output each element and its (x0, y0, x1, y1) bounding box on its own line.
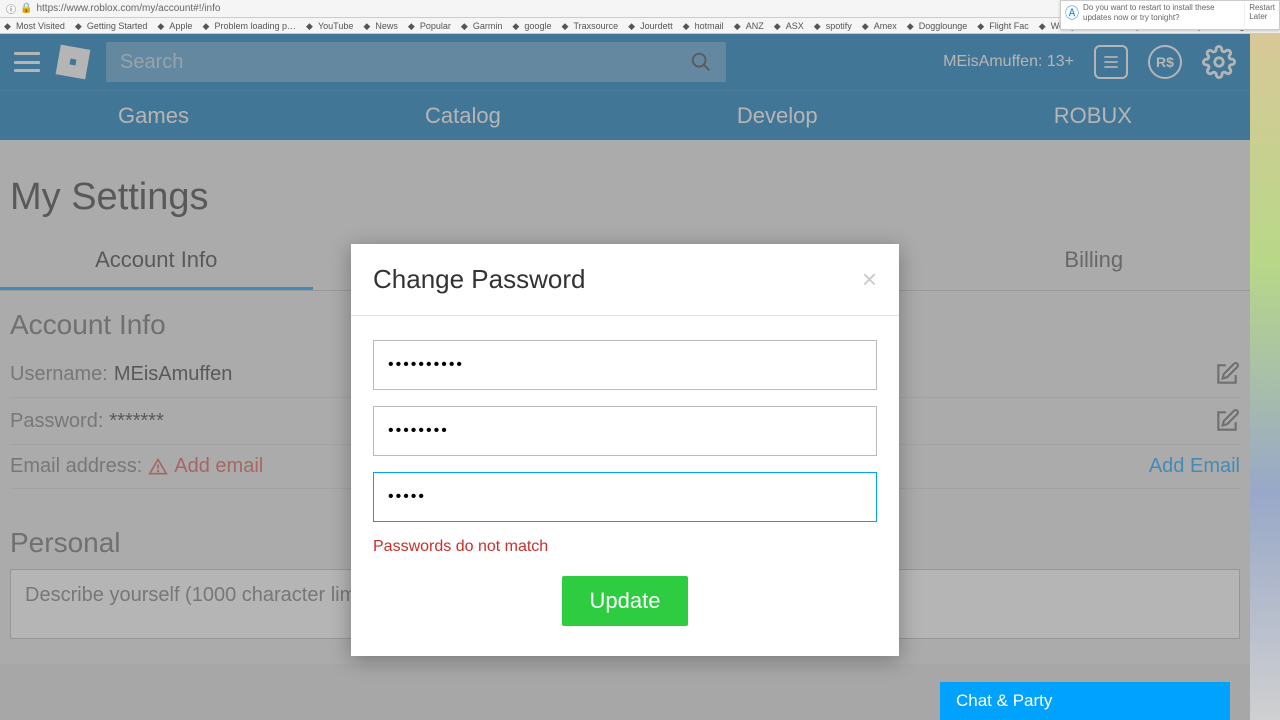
lock-icon: 🔒 (20, 3, 32, 14)
desktop-peek (1250, 34, 1280, 720)
new-password-input[interactable] (373, 406, 877, 456)
current-password-input[interactable] (373, 340, 877, 390)
bookmark-item[interactable]: ◆ASX (774, 21, 804, 31)
bookmark-item[interactable]: ◆Dogglounge (907, 21, 968, 31)
bookmark-item[interactable]: ◆YouTube (306, 21, 353, 31)
bookmark-item[interactable]: ◆Garmin (461, 21, 503, 31)
chat-party-label: Chat & Party (956, 691, 1052, 711)
update-notification-text: Do you want to restart to install these … (1083, 3, 1244, 27)
change-password-modal: Change Password × Passwords do not match… (351, 244, 899, 656)
password-error-message: Passwords do not match (373, 538, 877, 556)
bookmark-item[interactable]: ◆Jourdett (628, 21, 673, 31)
bookmark-item[interactable]: ◆Problem loading p… (202, 21, 296, 31)
bookmark-item[interactable]: ◆ANZ (734, 21, 764, 31)
app-store-icon: Ⓐ (1065, 3, 1079, 27)
bookmark-item[interactable]: ◆Traxsource (561, 21, 618, 31)
bookmark-item[interactable]: ◆spotify (814, 21, 852, 31)
url-text: https://www.roblox.com/my/account#!/info (36, 3, 220, 14)
chat-party-bar[interactable]: Chat & Party (940, 682, 1230, 720)
later-button[interactable]: Later (1249, 12, 1275, 21)
info-icon: ⓘ (6, 1, 16, 16)
restart-button[interactable]: Restart (1249, 3, 1275, 12)
bookmark-item[interactable]: ◆Getting Started (75, 21, 148, 31)
bookmark-item[interactable]: ◆Flight Fac (977, 21, 1029, 31)
bookmark-item[interactable]: ◆hotmail (683, 21, 724, 31)
confirm-password-input[interactable] (373, 472, 877, 522)
update-password-button[interactable]: Update (562, 576, 689, 626)
bookmark-item[interactable]: ◆Apple (157, 21, 192, 31)
bookmark-item[interactable]: ◆News (363, 21, 398, 31)
bookmark-item[interactable]: ◆Amex (862, 21, 897, 31)
bookmark-item[interactable]: ◆Most Visited (4, 21, 65, 31)
bookmark-item[interactable]: ◆google (512, 21, 551, 31)
update-notification: Ⓐ Do you want to restart to install thes… (1060, 0, 1280, 30)
modal-backdrop: Change Password × Passwords do not match… (0, 34, 1250, 720)
modal-close-button[interactable]: × (862, 264, 877, 295)
bookmark-item[interactable]: ◆Popular (408, 21, 451, 31)
modal-title: Change Password (373, 264, 585, 295)
